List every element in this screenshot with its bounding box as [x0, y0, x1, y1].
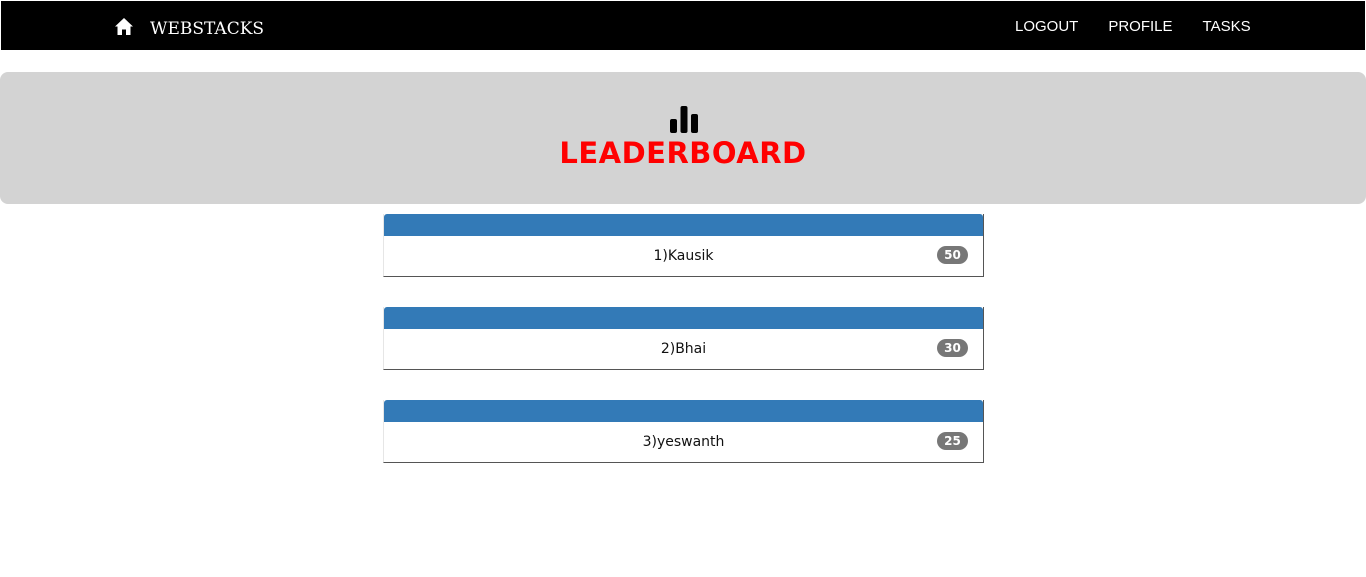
score-badge: 25 [937, 432, 968, 450]
leaderboard-header: LEADERBOARD [0, 72, 1366, 204]
score-badge: 50 [937, 246, 968, 264]
entry-header-bar [384, 400, 983, 422]
leaderboard-entry: 3)yeswanth 25 [383, 400, 984, 463]
tasks-link[interactable]: TASKS [1203, 18, 1251, 36]
entry-body: 3)yeswanth 25 [384, 422, 983, 462]
entry-header-bar [384, 214, 983, 236]
entry-body: 1)Kausik 50 [384, 236, 983, 276]
nav-links: LOGOUT PROFILE TASKS [1015, 18, 1251, 36]
leaderboard-list: 1)Kausik 50 2)Bhai 30 3)yeswanth 25 [383, 214, 984, 493]
profile-link[interactable]: PROFILE [1108, 18, 1172, 36]
score-badge: 30 [937, 339, 968, 357]
bar-chart-icon [670, 106, 698, 133]
player-name: 3)yeswanth [642, 434, 725, 450]
top-navbar: WEBSTACKS LOGOUT PROFILE TASKS [1, 1, 1365, 50]
entry-body: 2)Bhai 30 [384, 329, 983, 369]
entry-header-bar [384, 307, 983, 329]
player-name: 2)Bhai [660, 341, 707, 357]
home-icon[interactable] [114, 17, 134, 36]
leaderboard-entry: 1)Kausik 50 [383, 214, 984, 277]
player-name: 1)Kausik [653, 248, 714, 264]
leaderboard-entry: 2)Bhai 30 [383, 307, 984, 370]
brand-link[interactable]: WEBSTACKS [150, 18, 264, 40]
page-title: LEADERBOARD [559, 136, 807, 170]
logout-link[interactable]: LOGOUT [1015, 18, 1078, 36]
